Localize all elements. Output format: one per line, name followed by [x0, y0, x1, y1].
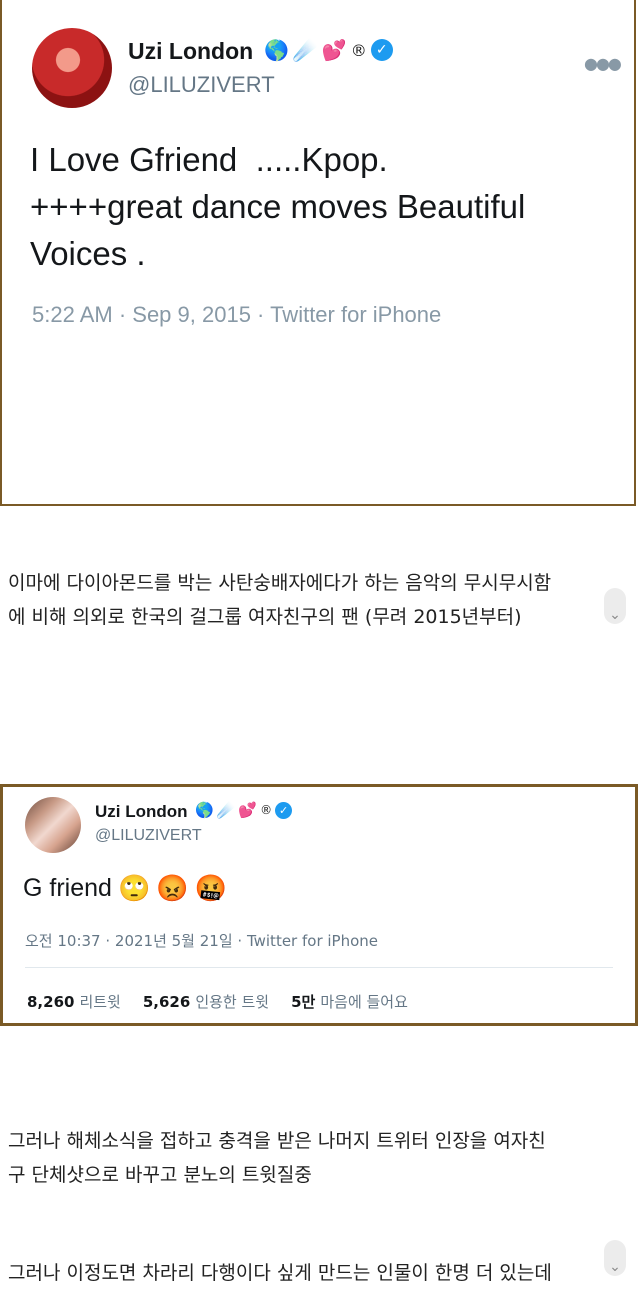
display-name[interactable]: Uzi London	[128, 38, 253, 65]
registered-mark: ®	[260, 803, 273, 817]
comet-emoji: ☄️	[216, 801, 236, 819]
scroll-down-icon[interactable]: ⌄	[604, 588, 626, 624]
paragraph-line: 그러나 해체소식을 접하고 충격을 받은 나머지 트위터 인장을 여자친	[8, 1130, 546, 1152]
tweet-card-1: Uzi London 🌎 ☄️ 💕 ® ✓ @LILUZIVERT ●●● I …	[0, 0, 636, 506]
tweet-text: G friend 🙄 😡 🤬	[23, 873, 227, 904]
tweet-text-line: Voices .	[30, 235, 146, 272]
scroll-down-icon[interactable]: ⌄	[604, 1240, 626, 1276]
article-paragraph: 그러나 해체소식을 접하고 충격을 받은 나머지 트위터 인장을 여자친 구 단…	[8, 1124, 628, 1192]
more-options-icon[interactable]: ●●●	[584, 54, 622, 73]
two-hearts-emoji: 💕	[321, 38, 347, 62]
tweet-timestamp[interactable]: 오전 10:37 · 2021년 5월 21일 · Twitter for iP…	[25, 930, 378, 951]
tweet-card-2: Uzi London 🌎 ☄️ 💕 ® ✓ @LILUZIVERT G frie…	[0, 784, 638, 1026]
globe-emoji: 🌎	[195, 801, 214, 819]
divider	[25, 967, 613, 968]
paragraph-line: 구 단체샷으로 바꾸고 분노의 트윗질중	[8, 1164, 312, 1186]
name-emojis: 🌎 ☄️ 💕 ® ✓	[195, 801, 293, 819]
tweet-timestamp[interactable]: 5:22 AM · Sep 9, 2015 · Twitter for iPho…	[32, 302, 441, 328]
article-paragraph: 그러나 이정도면 차라리 다행이다 싶게 만드는 인물이 한명 더 있는데	[8, 1256, 640, 1290]
tweet-text-line: ++++great dance moves Beautiful	[30, 188, 526, 225]
verified-badge-icon: ✓	[370, 39, 393, 61]
display-name[interactable]: Uzi London	[95, 802, 188, 822]
paragraph-line: 그러나 이정도면 차라리 다행이다 싶게 만드는 인물이 한명 더 있는데	[8, 1262, 552, 1284]
quote-tweet-count[interactable]: 5,626 인용한 트윗	[143, 991, 269, 1012]
handle[interactable]: @LILUZIVERT	[95, 827, 202, 845]
eye-roll-emoji: 🙄	[117, 873, 151, 903]
article-paragraph: 이마에 다이아몬드를 박는 사탄숭배자에다가 하는 음악의 무시무시함 에 비해…	[8, 566, 628, 634]
registered-mark: ®	[350, 40, 367, 60]
paragraph-line: 에 비해 의외로 한국의 걸그룹 여자친구의 팬 (무려 2015년부터)	[8, 606, 522, 628]
globe-emoji: 🌎	[264, 38, 289, 62]
paragraph-line: 이마에 다이아몬드를 박는 사탄숭배자에다가 하는 음악의 무시무시함	[8, 572, 552, 594]
comet-emoji: ☄️	[292, 38, 318, 62]
cursing-face-emoji: 🤬	[194, 873, 228, 903]
tweet-stats: 8,260 리트윗 5,626 인용한 트윗 5만 마음에 들어요	[27, 991, 408, 1012]
avatar[interactable]	[25, 797, 81, 853]
angry-face-emoji: 😡	[156, 873, 189, 903]
retweet-count[interactable]: 8,260 리트윗	[27, 991, 121, 1012]
tweet-text-line: I Love Gfriend .....Kpop.	[30, 141, 388, 178]
name-emojis: 🌎 ☄️ 💕 ® ✓	[264, 38, 393, 62]
tweet-text: I Love Gfriend .....Kpop. ++++great danc…	[30, 136, 620, 277]
verified-badge-icon: ✓	[275, 801, 293, 819]
handle[interactable]: @LILUZIVERT	[128, 72, 275, 98]
tweet-text-content: G friend	[23, 874, 112, 902]
avatar[interactable]	[32, 28, 112, 108]
two-hearts-emoji: 💕	[238, 801, 258, 819]
like-count[interactable]: 5만 마음에 들어요	[291, 991, 408, 1012]
